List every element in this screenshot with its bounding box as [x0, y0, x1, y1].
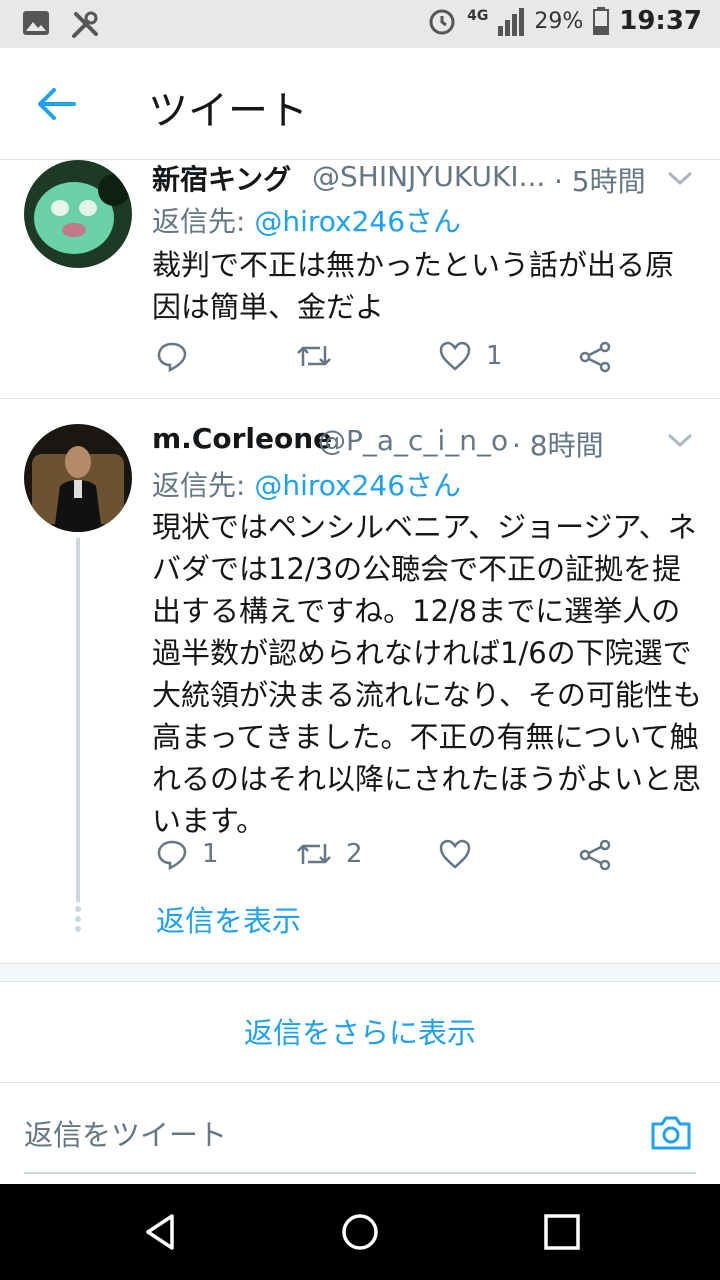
page-title: ツイート — [148, 88, 308, 134]
reply-icon — [157, 840, 187, 870]
battery-icon — [593, 7, 610, 35]
compose-underline — [24, 1172, 696, 1174]
reply-icon — [157, 342, 187, 372]
reply-compose-input[interactable]: 返信をツイート — [24, 1112, 227, 1154]
system-nav-bar — [0, 1184, 720, 1280]
signal-icon — [498, 8, 525, 36]
camera-icon[interactable] — [650, 1112, 692, 1152]
tweet-text: 裁判で不正は無かったという話が出る原因は簡単、金だよ — [152, 248, 675, 324]
compose-divider — [0, 1082, 720, 1083]
reply-button[interactable]: 1 — [156, 838, 219, 870]
avatar[interactable] — [24, 160, 132, 268]
retweet-button[interactable]: 2 — [296, 838, 363, 870]
chevron-down-icon[interactable] — [666, 430, 694, 450]
avatar[interactable] — [24, 424, 132, 532]
tweet-time: · 5時間 — [554, 165, 646, 198]
more-replies-button[interactable]: 返信をさらに表示 — [0, 1010, 720, 1052]
user-name[interactable]: 新宿キング — [152, 158, 291, 198]
reply-to-mention[interactable]: @hirox246さん — [254, 205, 461, 238]
thread-dots — [74, 906, 82, 936]
alarm-icon — [429, 9, 455, 35]
user-name[interactable]: m.Corleone — [152, 422, 332, 455]
heart-icon — [439, 341, 471, 371]
user-handle: @SHINJYUKUKI... — [312, 160, 546, 193]
reply-to-line: 返信先: @hirox246さん — [152, 464, 461, 504]
section-divider — [0, 981, 720, 982]
reply-to-prefix: 返信先: — [152, 205, 255, 238]
nav-recents-icon[interactable] — [542, 1212, 582, 1252]
section-gap — [0, 964, 720, 982]
share-button[interactable] — [578, 340, 612, 374]
tools-notification-icon — [72, 11, 98, 38]
app-bar: ツイート — [0, 48, 720, 160]
thread-line — [76, 538, 80, 902]
retweet-count: 2 — [346, 839, 363, 869]
battery-percent: 29% — [534, 8, 584, 34]
like-count: 1 — [486, 341, 503, 371]
reply-count: 1 — [202, 839, 219, 869]
retweet-icon — [297, 844, 331, 864]
chevron-down-icon[interactable] — [666, 168, 694, 188]
tweet-text: 現状ではペンシルベニア、ジョージア、ネバダでは12/3の公聴会で不正の証拠を提出… — [152, 510, 702, 838]
reply-button[interactable] — [156, 340, 202, 372]
like-button[interactable] — [438, 838, 486, 870]
retweet-icon — [297, 346, 331, 366]
reply-to-mention[interactable]: @hirox246さん — [254, 469, 461, 502]
nav-back-icon[interactable] — [140, 1212, 180, 1252]
retweet-button[interactable] — [296, 340, 346, 372]
like-button[interactable]: 1 — [438, 340, 503, 372]
reply-to-prefix: 返信先: — [152, 469, 255, 502]
share-icon — [579, 341, 611, 373]
network-type: 4G — [467, 8, 489, 24]
heart-icon — [439, 839, 471, 869]
share-button[interactable] — [578, 838, 612, 872]
back-arrow-icon[interactable] — [34, 84, 78, 124]
user-handle: @P_a_c_i_n_o — [318, 424, 509, 457]
share-icon — [579, 839, 611, 871]
image-notification-icon — [23, 11, 49, 35]
show-replies-link[interactable]: 返信を表示 — [156, 898, 301, 940]
clock: 19:37 — [619, 6, 702, 36]
tweet-divider — [0, 398, 720, 399]
status-bar: 4G 29% 19:37 — [0, 0, 720, 48]
tweet-time: · 8時間 — [512, 429, 604, 462]
nav-home-icon[interactable] — [340, 1212, 380, 1252]
reply-to-line: 返信先: @hirox246さん — [152, 200, 461, 240]
